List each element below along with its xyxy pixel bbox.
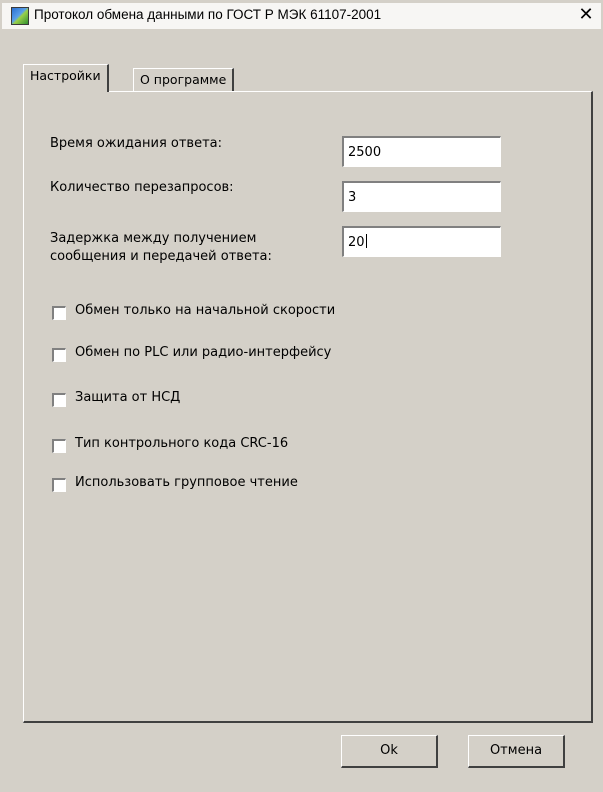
retries-value: 3 <box>348 190 357 205</box>
checkbox-initial-speed-label[interactable]: Обмен только на начальной скорости <box>75 303 335 318</box>
timeout-value: 2500 <box>348 145 382 160</box>
title-bar[interactable]: Протокол обмена данными по ГОСТ Р МЭК 61… <box>2 3 601 29</box>
checkbox-crc16[interactable] <box>52 439 66 453</box>
checkbox-group-read[interactable] <box>52 478 66 492</box>
timeout-input[interactable]: 2500 <box>342 136 501 167</box>
retries-input[interactable]: 3 <box>342 181 501 212</box>
cancel-button[interactable]: Отмена <box>468 735 565 768</box>
text-caret <box>365 234 367 248</box>
timeout-label: Время ожидания ответа: <box>50 136 223 151</box>
close-icon[interactable]: ✕ <box>576 5 596 26</box>
checkbox-crc16-label[interactable]: Тип контрольного кода CRC-16 <box>75 436 288 451</box>
checkbox-nsd-protection-label[interactable]: Защита от НСД <box>75 390 180 405</box>
retries-label: Количество перезапросов: <box>50 180 234 195</box>
tab-about[interactable]: О программе <box>133 68 235 92</box>
tab-about-label: О программе <box>140 72 227 87</box>
ok-button[interactable]: Ok <box>341 735 438 768</box>
checkbox-plc-radio-label[interactable]: Обмен по PLC или радио-интерфейсу <box>75 345 331 360</box>
tab-settings-label: Настройки <box>30 68 101 83</box>
checkbox-initial-speed[interactable] <box>52 306 66 320</box>
checkbox-nsd-protection[interactable] <box>52 393 66 407</box>
delay-input[interactable]: 20 <box>342 226 501 257</box>
dialog-window: Протокол обмена данными по ГОСТ Р МЭК 61… <box>0 0 603 792</box>
checkbox-group-read-label[interactable]: Использовать групповое чтение <box>75 475 298 490</box>
app-icon <box>11 7 29 25</box>
checkbox-plc-radio[interactable] <box>52 348 66 362</box>
tab-settings[interactable]: Настройки <box>23 64 109 92</box>
delay-label-line1: Задержка между получением <box>50 231 257 246</box>
window-title: Протокол обмена данными по ГОСТ Р МЭК 61… <box>34 7 382 22</box>
delay-label-line2: сообщения и передачей ответа: <box>50 249 272 264</box>
settings-panel: Время ожидания ответа: 2500 Количество п… <box>23 91 593 723</box>
delay-value: 20 <box>348 235 365 250</box>
